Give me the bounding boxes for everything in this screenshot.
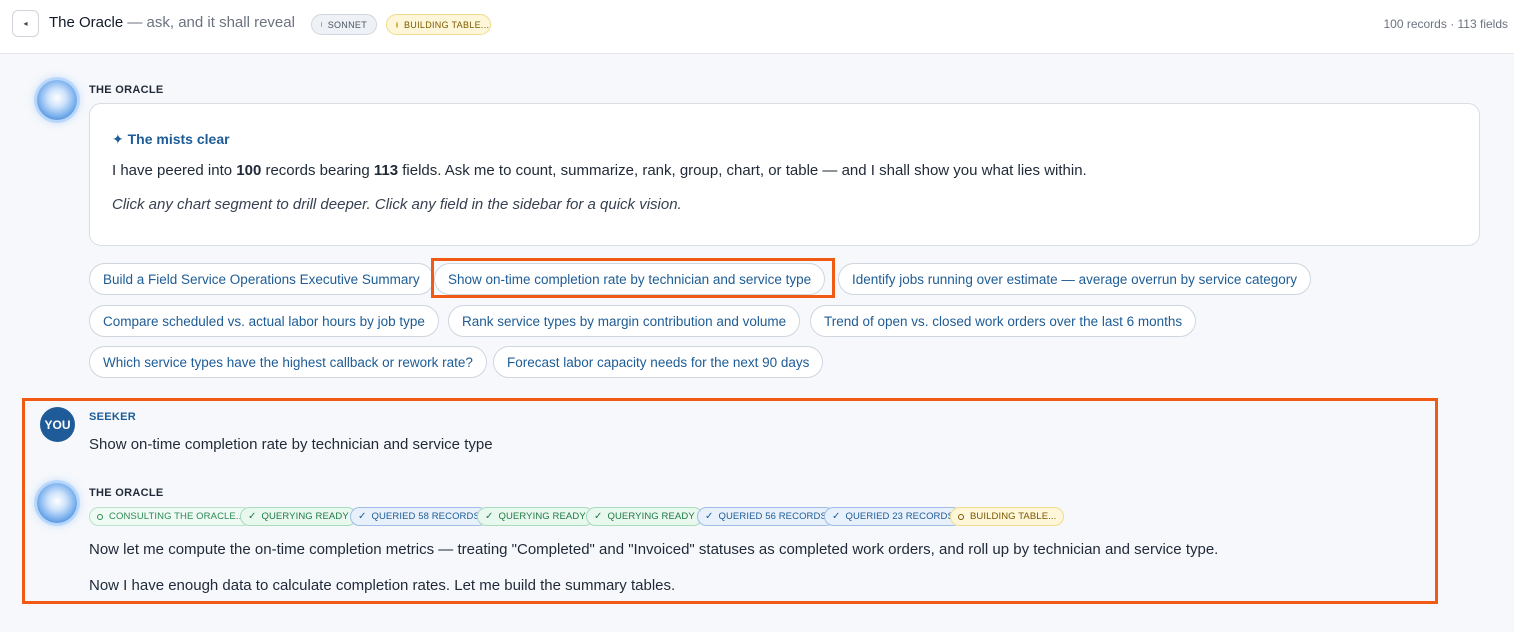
record-count: 100 <box>236 162 262 179</box>
user-message-text: Show on-time completion rate by technici… <box>89 436 493 453</box>
oracle-message-line: Now let me compute the on-time completio… <box>89 541 1219 558</box>
status-tag: ✓ QUERIED 23 RECORDS <box>824 507 962 526</box>
suggestion-chip[interactable]: Build a Field Service Operations Executi… <box>89 263 434 295</box>
status-tag: BUILDING TABLE... <box>950 507 1065 526</box>
check-icon: ✓ <box>832 511 841 522</box>
chevron-left-icon: ◂ <box>23 19 28 28</box>
spinner-icon <box>396 21 398 28</box>
spinner-icon <box>97 513 103 520</box>
conversation-highlight <box>22 398 1438 604</box>
card-hint: Click any chart segment to drill deeper.… <box>112 196 682 213</box>
check-icon: ✓ <box>594 511 603 522</box>
card-body: I have peered into 100 records bearing 1… <box>112 162 1087 179</box>
model-badge-label: SONNET <box>327 19 367 30</box>
status-badge-label: BUILDING TABLE... <box>404 19 490 30</box>
back-button[interactable]: ◂ <box>12 10 39 37</box>
oracle-message-line: Now I have enough data to calculate comp… <box>89 577 676 594</box>
status-tag: ✓ QUERYING READY <box>477 507 594 526</box>
suggestion-chip[interactable]: Forecast labor capacity needs for the ne… <box>493 346 824 378</box>
status-tag: ✓ QUERYING READY <box>586 507 703 526</box>
suggestion-chip[interactable]: Identify jobs running over estimate — av… <box>838 263 1311 295</box>
check-icon: ✓ <box>248 511 257 522</box>
page-title: The Oracle — ask, and it shall reveal <box>49 14 295 31</box>
speaker-label: THE ORACLE <box>89 487 164 499</box>
user-avatar: YOU <box>40 407 75 442</box>
model-badge: SONNET <box>311 14 377 35</box>
suggestion-chip[interactable]: Compare scheduled vs. actual labor hours… <box>89 305 439 337</box>
suggestion-chip[interactable]: Which service types have the highest cal… <box>89 346 487 378</box>
field-count: 113 <box>373 162 399 179</box>
top-bar: ◂ The Oracle — ask, and it shall reveal … <box>0 0 1514 54</box>
status-dot-icon <box>321 22 322 27</box>
check-icon: ✓ <box>485 511 494 522</box>
check-icon: ✓ <box>358 511 367 522</box>
suggestion-chip[interactable]: Show on-time completion rate by technici… <box>434 263 826 295</box>
app-subtitle: — ask, and it shall reveal <box>123 14 295 31</box>
speaker-label: THE ORACLE <box>89 84 164 96</box>
check-icon: ✓ <box>705 511 714 522</box>
app-title: The Oracle <box>49 14 124 31</box>
dataset-summary: 100 records · 113 fields <box>1383 17 1508 31</box>
status-tag: ✓ QUERYING READY <box>240 507 357 526</box>
spinner-icon <box>958 513 964 520</box>
status-tag: CONSULTING THE ORACLE... <box>89 507 253 526</box>
status-tag: ✓ QUERIED 56 RECORDS <box>697 507 835 526</box>
oracle-avatar <box>37 80 77 120</box>
intro-card: ✦ The mists clear I have peered into 100… <box>89 103 1480 246</box>
status-tag: ✓ QUERIED 58 RECORDS <box>350 507 488 526</box>
card-title: ✦ The mists clear <box>112 131 230 147</box>
oracle-avatar <box>37 483 77 523</box>
suggestion-chip[interactable]: Rank service types by margin contributio… <box>448 305 801 337</box>
status-badge: BUILDING TABLE... <box>386 14 491 35</box>
speaker-label: SEEKER <box>89 411 137 423</box>
suggestion-chip[interactable]: Trend of open vs. closed work orders ove… <box>810 305 1197 337</box>
